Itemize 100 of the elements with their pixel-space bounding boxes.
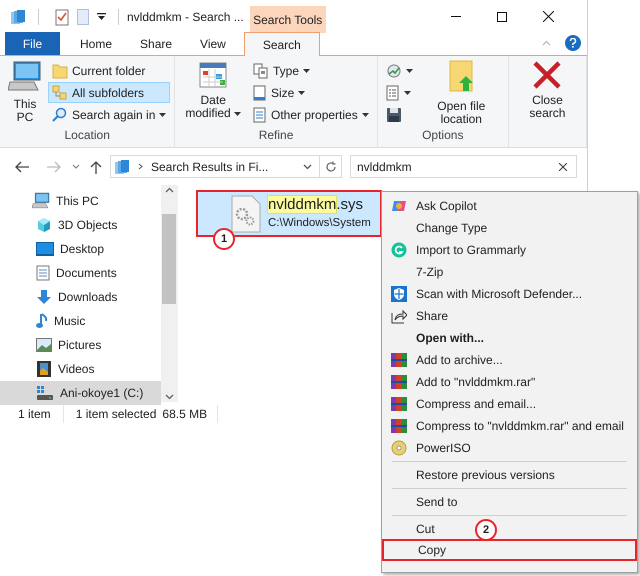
nav-item[interactable]: 3D Objects bbox=[0, 213, 161, 237]
documents-icon bbox=[253, 62, 270, 78]
nav-label: Documents bbox=[56, 265, 117, 282]
circle-g-icon bbox=[391, 242, 407, 258]
menu-item[interactable]: Compress and email... bbox=[382, 393, 546, 415]
ribbon-large-button[interactable]: Open file location bbox=[418, 59, 504, 126]
menu-item[interactable]: PowerISO bbox=[382, 437, 481, 459]
ribbon-large-button[interactable]: Date modified bbox=[179, 59, 248, 120]
film-strip-icon bbox=[36, 361, 52, 377]
books-stack-icon bbox=[391, 352, 407, 368]
magnifier-icon bbox=[52, 106, 68, 122]
music-note-icon bbox=[36, 313, 48, 329]
maximize-icon bbox=[497, 12, 507, 22]
list-page-icon bbox=[386, 84, 400, 100]
nav-label: Pictures bbox=[58, 337, 102, 354]
nav-label: Desktop bbox=[60, 241, 104, 258]
nav-label: Ani-okoye1 (C:) bbox=[60, 385, 144, 402]
caret-down-icon bbox=[234, 112, 242, 116]
shield-icon bbox=[391, 286, 407, 302]
nav-item[interactable]: Music bbox=[0, 309, 161, 333]
nav-item[interactable]: Pictures bbox=[0, 333, 161, 357]
item-count: 1 item bbox=[18, 404, 64, 422]
menu-item[interactable]: Scan with Microsoft Defender... bbox=[382, 283, 592, 305]
ribbon-button[interactable]: Search again in bbox=[48, 104, 170, 125]
nav-item[interactable]: Ani-okoye1 (C:) bbox=[0, 381, 161, 405]
minimize-icon bbox=[451, 16, 461, 17]
refresh-icon bbox=[324, 160, 336, 172]
dropdown-icon[interactable] bbox=[303, 164, 312, 170]
help-button[interactable] bbox=[565, 35, 581, 51]
scroll-up-icon[interactable] bbox=[164, 187, 174, 193]
nav-label: This PC bbox=[56, 193, 99, 210]
books-stack-icon bbox=[391, 396, 407, 412]
search-field[interactable]: nvlddmkm bbox=[350, 155, 577, 178]
ribbon-tab[interactable]: Search bbox=[244, 32, 320, 56]
chevron-icon bbox=[138, 163, 143, 170]
nav-label: Downloads bbox=[58, 289, 118, 306]
menu-item[interactable]: Open with... bbox=[382, 327, 494, 349]
caret-down-icon bbox=[303, 68, 310, 72]
down-arrow-icon bbox=[36, 289, 52, 305]
ribbon-tab[interactable]: File bbox=[5, 32, 60, 55]
nav-item[interactable]: Videos bbox=[0, 357, 161, 381]
scroll-down-icon[interactable] bbox=[164, 394, 174, 400]
folder-stack-icon bbox=[10, 8, 26, 24]
scroll-thumb[interactable] bbox=[162, 214, 176, 304]
checklist-icon bbox=[55, 8, 69, 26]
ribbon-button[interactable]: Type bbox=[249, 60, 373, 81]
page-icon bbox=[253, 84, 268, 100]
nav-item[interactable]: Downloads bbox=[0, 285, 161, 309]
calendar-icon bbox=[198, 60, 228, 90]
ribbon-button[interactable]: Other properties bbox=[249, 104, 373, 125]
desktop-icon bbox=[36, 242, 54, 256]
cube-icon bbox=[36, 217, 52, 233]
address-bar[interactable]: Search Results in Fi... bbox=[110, 155, 342, 178]
nav-label: 3D Objects bbox=[58, 217, 118, 234]
menu-item[interactable]: Import to Grammarly bbox=[382, 239, 536, 261]
menu-item[interactable]: Change Type bbox=[382, 217, 498, 239]
page-lines-icon bbox=[253, 106, 268, 122]
ribbon-button[interactable]: Size bbox=[249, 82, 373, 103]
ribbon-large-button[interactable]: This PC bbox=[4, 59, 46, 124]
ribbon-button[interactable]: All subfolders bbox=[48, 82, 170, 103]
close-icon bbox=[542, 11, 554, 22]
recent-locations-icon[interactable] bbox=[72, 164, 80, 169]
up-icon[interactable] bbox=[90, 160, 102, 174]
menu-item[interactable]: Send to bbox=[382, 491, 468, 513]
menu-item[interactable]: Add to "nvlddmkm.rar" bbox=[382, 371, 546, 393]
breadcrumb[interactable]: Search Results in Fi... bbox=[151, 158, 268, 176]
menu-item[interactable]: Share bbox=[382, 305, 458, 327]
ribbon-button[interactable]: Current folder bbox=[48, 60, 170, 81]
nav-item[interactable]: Desktop bbox=[0, 237, 161, 261]
menu-item[interactable]: Copy bbox=[382, 539, 637, 561]
menu-item[interactable]: 7-Zip bbox=[382, 261, 454, 283]
menu-item[interactable]: Restore previous versions bbox=[382, 464, 565, 486]
menu-item[interactable]: Add to archive... bbox=[382, 349, 513, 371]
ribbon-tab[interactable]: Home bbox=[66, 32, 126, 55]
clear-icon[interactable] bbox=[559, 162, 567, 170]
nav-label: Videos bbox=[58, 361, 94, 378]
ribbon-large-button[interactable]: Close search bbox=[512, 59, 582, 120]
selection-info: 1 item selected bbox=[76, 406, 156, 422]
step-badge: 2 bbox=[475, 519, 497, 541]
books-stack-icon bbox=[391, 418, 407, 434]
folder-icon bbox=[52, 62, 68, 78]
caret-down-icon bbox=[97, 12, 106, 20]
ribbon-tab[interactable]: View bbox=[186, 32, 240, 55]
scrollbar[interactable] bbox=[161, 185, 177, 402]
ribbon-group-label: Refine bbox=[258, 127, 294, 144]
nav-item[interactable]: This PC bbox=[0, 189, 161, 213]
drive-icon bbox=[36, 385, 54, 401]
context-tab-label: Search Tools bbox=[250, 6, 326, 33]
ribbon-tab[interactable]: Share bbox=[126, 32, 186, 55]
computer-icon bbox=[32, 192, 50, 210]
caret-down-icon bbox=[159, 112, 166, 116]
nav-item[interactable]: Documents bbox=[0, 261, 161, 285]
gear-file-icon bbox=[230, 194, 262, 232]
file-name: nvlddmkm.sys bbox=[268, 196, 364, 214]
menu-item[interactable]: Cut bbox=[382, 518, 445, 540]
disc-icon bbox=[391, 440, 407, 456]
menu-item[interactable]: Ask Copilot bbox=[382, 195, 487, 217]
blank-page-icon bbox=[77, 8, 89, 24]
back-icon[interactable] bbox=[14, 160, 30, 172]
menu-item[interactable]: Compress to "nvlddmkm.rar" and email bbox=[382, 415, 634, 437]
